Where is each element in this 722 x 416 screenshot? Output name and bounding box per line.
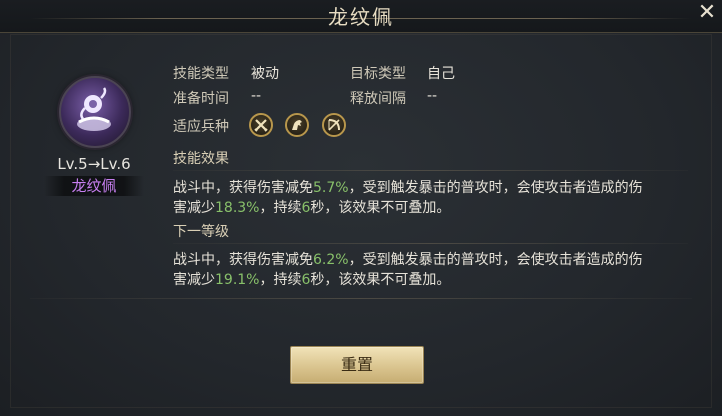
dragon-pendant-icon <box>77 87 111 131</box>
skill-dialog: 龙纹佩 ✕ Lv.5→Lv.6 龙纹佩 技能类型 被动 目标类型 自己 准备时间… <box>0 0 722 416</box>
skill-type-value: 被动 <box>251 66 279 82</box>
level-text: Lv.5→Lv.6 <box>57 155 131 173</box>
prep-time-label: 准备时间 <box>173 91 229 107</box>
horse-icon <box>285 113 309 137</box>
title-bar: 龙纹佩 ✕ <box>0 0 722 33</box>
crossed-swords-icon <box>249 113 273 137</box>
prep-time-value: -- <box>251 88 262 104</box>
skill-name: 龙纹佩 <box>71 177 117 195</box>
target-type-label: 目标类型 <box>350 66 406 82</box>
skill-type-label: 技能类型 <box>173 66 229 82</box>
cast-interval-label: 释放间隔 <box>350 91 406 107</box>
skill-avatar <box>59 76 131 148</box>
effect-title: 技能效果 <box>173 151 229 167</box>
troop-type-label: 适应兵种 <box>173 119 229 135</box>
reset-button[interactable]: 重置 <box>290 346 424 384</box>
next-level-description: 战斗中，获得伤害减免6.2%，受到触发暴击的普攻时，会使攻击者造成的伤 害减少1… <box>173 252 643 288</box>
close-icon[interactable]: ✕ <box>696 2 718 24</box>
next-level-divider <box>173 243 688 244</box>
cast-interval-value: -- <box>427 88 438 104</box>
target-type-value: 自己 <box>427 66 455 82</box>
dialog-title: 龙纹佩 <box>328 5 394 29</box>
effect-description: 战斗中，获得伤害减免5.7%，受到触发暴击的普攻时，会使攻击者造成的伤 害减少1… <box>173 180 643 216</box>
bow-icon <box>322 113 346 137</box>
bottom-divider <box>30 298 692 299</box>
effect-divider <box>173 170 688 171</box>
next-level-title: 下一等级 <box>173 224 229 240</box>
